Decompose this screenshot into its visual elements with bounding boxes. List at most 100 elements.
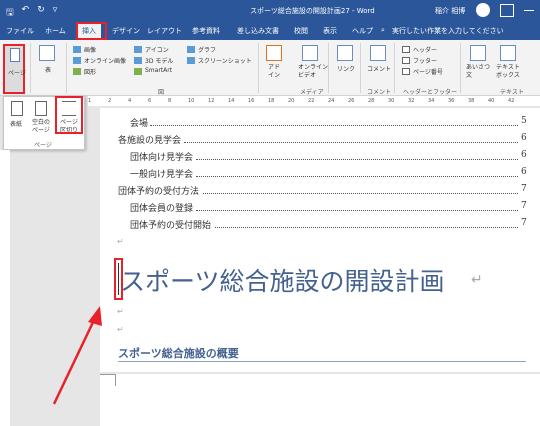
ruler-mark: 14 — [228, 98, 235, 104]
illustrations-group-label: 図 — [158, 89, 165, 96]
model3d-icon — [134, 57, 142, 64]
ruler-mark: 12 — [208, 98, 215, 104]
tab-home[interactable]: ホーム — [45, 26, 66, 36]
minimize-icon[interactable] — [524, 10, 534, 11]
media-group-label: メディア — [300, 89, 324, 96]
tab-references[interactable]: 参考資料 — [192, 26, 220, 36]
textbox-button[interactable]: テキスト ボックス — [496, 64, 520, 80]
toc-entry[interactable]: 一般向け見学会 — [130, 167, 193, 180]
tab-design[interactable]: デザイン — [112, 26, 140, 36]
lightbulb-icon: ⌕ — [381, 26, 385, 34]
shapes-icon — [73, 68, 81, 75]
toc-entry[interactable]: 団体向け見学会 — [130, 150, 193, 163]
corner-mark-v — [115, 374, 116, 386]
ruler-mark: 16 — [248, 98, 255, 104]
insert-tab-highlight — [76, 22, 107, 40]
quick-access-toolbar: 🖫 ↶ ↻ ▿ — [6, 5, 57, 21]
cover-page-button[interactable]: 表紙 — [10, 119, 22, 128]
ruler-mark: 8 — [168, 98, 172, 104]
table-button[interactable]: 表 — [45, 65, 51, 74]
document-page-next[interactable] — [100, 374, 540, 426]
tab-layout[interactable]: レイアウト — [147, 26, 182, 36]
smartart-icon — [134, 68, 142, 75]
redo-icon[interactable]: ↻ — [37, 5, 45, 21]
footer-button[interactable]: フッター — [413, 56, 437, 65]
addins-button[interactable]: アド イン — [268, 64, 280, 80]
heading-2-underline — [118, 361, 526, 362]
link-icon — [337, 45, 353, 61]
pages-button-label-over: ページ — [8, 70, 26, 77]
page-number-icon — [402, 68, 410, 75]
ruler-mark: 6 — [148, 98, 152, 104]
text-cursor — [118, 263, 119, 295]
screenshot-button[interactable]: スクリーンショット — [198, 56, 252, 65]
horizontal-ruler[interactable]: 1 2 4 6 8 10 12 14 16 18 20 22 24 26 28 30 32 34 36 38 40 42 — [88, 96, 540, 106]
pages-group-label: ページ — [34, 142, 52, 149]
tab-file[interactable]: ファイル — [6, 26, 34, 36]
image-icon — [73, 46, 81, 53]
ruler-mark: 36 — [448, 98, 455, 104]
toc-entry[interactable]: 会場 — [130, 116, 148, 129]
heading-1[interactable]: スポーツ総合施設の開設計画 — [120, 262, 445, 298]
icons-button[interactable]: アイコン — [145, 45, 169, 54]
toc-leader — [196, 159, 518, 160]
online-video-icon — [302, 45, 318, 61]
online-video-button[interactable]: オンライン ビデオ — [298, 64, 328, 80]
toc-page-number: 6 — [521, 150, 527, 160]
tab-view[interactable]: 表示 — [323, 26, 337, 36]
toc-page-number: 6 — [521, 133, 527, 143]
avatar[interactable] — [476, 3, 490, 17]
undo-icon[interactable]: ↶ — [22, 5, 30, 21]
page-number-button[interactable]: ページ番号 — [413, 67, 443, 76]
toc-entry[interactable]: 団体予約の受付方法 — [118, 184, 199, 197]
blank-page-icon — [35, 101, 47, 116]
greeting-button[interactable]: あいさつ 文 — [466, 64, 490, 80]
image-button[interactable]: 画像 — [84, 45, 96, 54]
tell-me-search[interactable]: 実行したい作業を入力してください — [392, 26, 504, 36]
greeting-icon — [470, 45, 486, 61]
ruler-mark: 28 — [368, 98, 375, 104]
toc-leader — [214, 227, 518, 228]
ruler-mark: 1 — [88, 98, 92, 104]
vertical-ruler[interactable] — [0, 150, 10, 426]
model3d-button[interactable]: 3D モデル — [145, 56, 173, 65]
comment-icon — [370, 45, 386, 61]
shapes-button[interactable]: 図形 — [84, 67, 96, 76]
ruler-mark: 22 — [308, 98, 315, 104]
page-icon-over — [10, 48, 20, 62]
toc-entry[interactable]: 団体予約の受付開始 — [130, 218, 211, 231]
toc-page-number: 6 — [521, 167, 527, 177]
paragraph-mark: ↵ — [117, 237, 124, 246]
heading-2[interactable]: スポーツ総合施設の概要 — [118, 345, 239, 361]
header-button[interactable]: ヘッダー — [413, 45, 437, 54]
ribbon-display-icon[interactable] — [500, 4, 514, 17]
annotation-arrow-icon — [52, 306, 102, 405]
chart-button[interactable]: グラフ — [198, 45, 216, 54]
blank-page-button[interactable]: 空白の ページ — [32, 119, 50, 135]
table-icon — [39, 45, 55, 61]
tab-review[interactable]: 校閲 — [294, 26, 308, 36]
smartart-button[interactable]: SmartArt — [145, 67, 172, 74]
online-image-button[interactable]: オンライン画像 — [84, 56, 126, 65]
document-page[interactable] — [100, 108, 540, 372]
tab-mailings[interactable]: 差し込み文書 — [237, 26, 279, 36]
customize-icon[interactable]: ▿ — [53, 5, 58, 21]
ruler-mark: 4 — [128, 98, 132, 104]
window-title: スポーツ総合施設の開設計画27 - Word — [250, 7, 375, 15]
ruler-mark: 34 — [428, 98, 435, 104]
toc-entry[interactable]: 各施設の見学会 — [118, 133, 181, 146]
ribbon: ページ 表 画像 オンライン画像 図形 アイコン 3D モデル SmartArt… — [0, 40, 540, 96]
online-image-icon — [73, 57, 81, 64]
ruler-mark: 32 — [408, 98, 415, 104]
text-group-label: テキスト — [500, 89, 524, 96]
toc-entry[interactable]: 団体会員の登録 — [130, 201, 193, 214]
paragraph-mark: ↵ — [471, 272, 483, 288]
tab-help[interactable]: ヘルプ — [352, 26, 373, 36]
save-icon[interactable]: 🖫 — [6, 5, 14, 21]
footer-icon — [402, 57, 410, 64]
toc-leader — [196, 176, 518, 177]
user-name: 稲介 相博 — [435, 7, 466, 15]
link-button[interactable]: リンク — [337, 64, 355, 73]
toc-page-number: 7 — [521, 184, 527, 194]
comment-button[interactable]: コメント — [367, 64, 391, 73]
